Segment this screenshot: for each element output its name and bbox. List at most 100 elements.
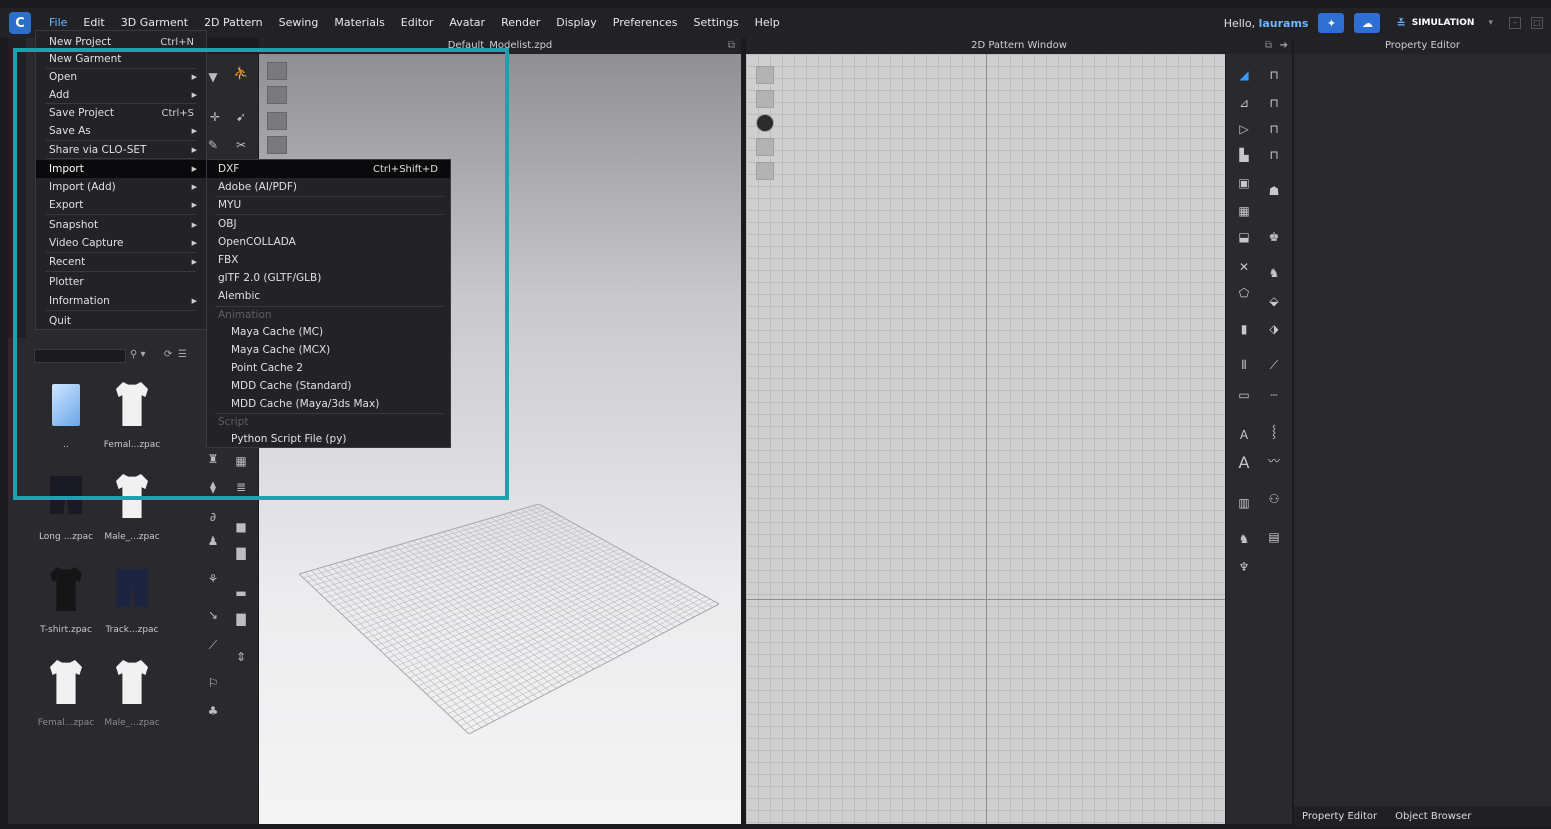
button-icon[interactable]: ⚇	[1264, 490, 1284, 508]
tack-icon[interactable]: ⊓	[1264, 146, 1284, 164]
clo-set-icon[interactable]: ✦	[1318, 13, 1345, 33]
gradient-icon[interactable]: ⬙	[1264, 292, 1284, 310]
measure-point-icon[interactable]: ⇕	[232, 648, 250, 666]
pattern-display-icon[interactable]	[756, 66, 774, 84]
library-item-female-tshirt[interactable]: Femal...zpac	[100, 378, 164, 464]
menu-materials[interactable]: Materials	[326, 8, 392, 38]
hanger-icon[interactable]: ⚐	[204, 674, 222, 692]
file-menu-item[interactable]: Export ▶	[36, 196, 206, 214]
text-icon[interactable]: A	[1234, 454, 1254, 472]
import-item[interactable]: Maya Cache (MC)	[207, 323, 450, 341]
segment-sewing-icon[interactable]: ⊓	[1264, 94, 1284, 112]
trim-icon[interactable]: ⚘	[204, 570, 222, 588]
tab-object-browser[interactable]: Object Browser	[1395, 811, 1471, 822]
free-sewing-icon[interactable]: ⊓	[1264, 120, 1284, 138]
import-item[interactable]: MYU	[207, 196, 450, 214]
move-icon[interactable]: ✛	[206, 108, 224, 126]
file-menu-item-import[interactable]: Import ▶	[36, 160, 206, 178]
library-item-tshirt[interactable]: T-shirt.zpac	[34, 563, 98, 649]
library-item-long-shorts[interactable]: Long ...zpac	[34, 470, 98, 556]
dart-icon[interactable]: ▦	[1234, 202, 1254, 220]
pattern-fill-icon[interactable]: ▮	[1234, 320, 1254, 338]
import-item[interactable]: MDD Cache (Maya/3ds Max)	[207, 395, 450, 413]
import-item[interactable]: Point Cache 2	[207, 359, 450, 377]
menu-editor[interactable]: Editor	[393, 8, 442, 38]
menu-avatar[interactable]: Avatar	[441, 8, 493, 38]
garment-display-icon[interactable]	[267, 86, 287, 104]
button-hole-icon[interactable]: ▤	[1264, 528, 1284, 546]
import-item[interactable]: OBJ	[207, 215, 450, 233]
import-item[interactable]: MDD Cache (Standard)	[207, 377, 450, 395]
menu-render[interactable]: Render	[493, 8, 548, 38]
file-menu-item[interactable]: Save As ▶	[36, 122, 206, 140]
undock-icon[interactable]: ⧉	[1265, 38, 1272, 54]
app-logo-icon[interactable]: C	[9, 12, 31, 34]
fold-icon[interactable]: ∂	[204, 508, 222, 526]
import-item[interactable]: Alembic	[207, 287, 450, 305]
texture-icon[interactable]: ▇	[232, 544, 250, 562]
pattern-window-2d[interactable]	[746, 54, 1225, 824]
arrow-right-icon[interactable]: ➔	[1280, 38, 1288, 54]
menu-preferences[interactable]: Preferences	[605, 8, 686, 38]
file-menu-item[interactable]: New Project Ctrl+N	[36, 33, 206, 51]
file-menu-item[interactable]: Add ▶	[36, 86, 206, 104]
tab-property-editor[interactable]: Property Editor	[1302, 811, 1377, 822]
text-annotation-icon[interactable]: A	[1234, 426, 1254, 444]
file-menu-item-quit[interactable]: Quit	[36, 312, 206, 330]
layer-icon[interactable]: ⧫	[204, 478, 222, 496]
import-item[interactable]: glTF 2.0 (GLTF/GLB)	[207, 269, 450, 287]
transform-pattern-icon[interactable]: ◢	[1234, 66, 1254, 84]
shirt-tool-icon[interactable]: ♣	[204, 702, 222, 720]
minimize-icon[interactable]: –	[1509, 17, 1521, 29]
import-item[interactable]: OpenCOLLADA	[207, 233, 450, 251]
block-icon[interactable]: ■	[232, 518, 250, 536]
import-item[interactable]: Python Script File (py)	[207, 430, 450, 448]
polygon-icon[interactable]: ▷	[1234, 120, 1254, 138]
avatar-icon[interactable]: ♟	[204, 532, 222, 550]
garment-fit-icon[interactable]: ♜	[204, 450, 222, 468]
import-item-dxf[interactable]: DXF Ctrl+Shift+D	[207, 160, 450, 178]
pattern-tile-icon[interactable]: ⬗	[1264, 320, 1284, 338]
texture-display-icon[interactable]	[267, 112, 287, 130]
cut-icon[interactable]: ✕	[1234, 258, 1254, 276]
shading-display-icon[interactable]	[267, 136, 287, 154]
measure-icon[interactable]: ▦	[232, 452, 250, 470]
internal-polygon-icon[interactable]: ▣	[1234, 174, 1254, 192]
info-icon[interactable]	[756, 114, 774, 132]
texture-display-icon[interactable]	[756, 90, 774, 108]
menu-help[interactable]: Help	[747, 8, 788, 38]
file-menu-item[interactable]: Plotter	[36, 273, 206, 291]
zipper-icon[interactable]: ⸾	[1264, 422, 1284, 440]
menu-sewing[interactable]: Sewing	[271, 8, 327, 38]
pin-icon[interactable]: ➹	[232, 108, 250, 126]
symmetric-icon[interactable]: ♚	[1264, 228, 1284, 246]
library-item-female-tshirt-2[interactable]: Femal...zpac	[34, 656, 98, 742]
ruler-icon[interactable]: ▭	[1234, 386, 1254, 404]
fold-arrange-icon[interactable]: ♞	[1264, 264, 1284, 282]
avatar-display-icon[interactable]	[267, 62, 287, 80]
library-item-male-tshirt-2[interactable]: Male_...zpac	[100, 656, 164, 742]
file-menu-item[interactable]: New Garment	[36, 50, 206, 68]
topstitch-icon[interactable]: 〰	[1264, 452, 1284, 470]
menu-settings[interactable]: Settings	[686, 8, 747, 38]
mannequin-icon[interactable]: ♆	[1234, 558, 1254, 576]
search-icon[interactable]: ⚲ ▾	[130, 349, 146, 360]
import-item[interactable]: FBX	[207, 251, 450, 269]
graphic-icon[interactable]: ▬	[232, 584, 250, 602]
file-menu-item[interactable]: Information ▶	[36, 292, 206, 310]
file-menu-item[interactable]: Save Project Ctrl+S	[36, 104, 206, 122]
menu-2d-pattern[interactable]: 2D Pattern	[196, 8, 271, 38]
refresh-icon[interactable]: ⟳	[164, 349, 172, 360]
file-menu-item[interactable]: Import (Add) ▶	[36, 178, 206, 196]
notch-icon[interactable]: ⫴	[1234, 356, 1254, 374]
file-menu-item[interactable]: Open ▶	[36, 68, 206, 86]
cloud-sync-icon[interactable]: ☁	[1354, 13, 1381, 33]
zipper-icon[interactable]: ≣	[232, 478, 250, 496]
iron-icon[interactable]: ☗	[1264, 182, 1284, 200]
file-menu-item[interactable]: Snapshot ▶	[36, 216, 206, 234]
library-vertical-tabs[interactable]	[8, 38, 26, 338]
library-item-male-tshirt[interactable]: Male_...zpac	[100, 470, 164, 556]
trace-icon[interactable]: ⬓	[1234, 228, 1254, 246]
list-view-icon[interactable]: ☰	[178, 349, 187, 360]
grid-pattern-icon[interactable]: ▥	[1234, 494, 1254, 512]
